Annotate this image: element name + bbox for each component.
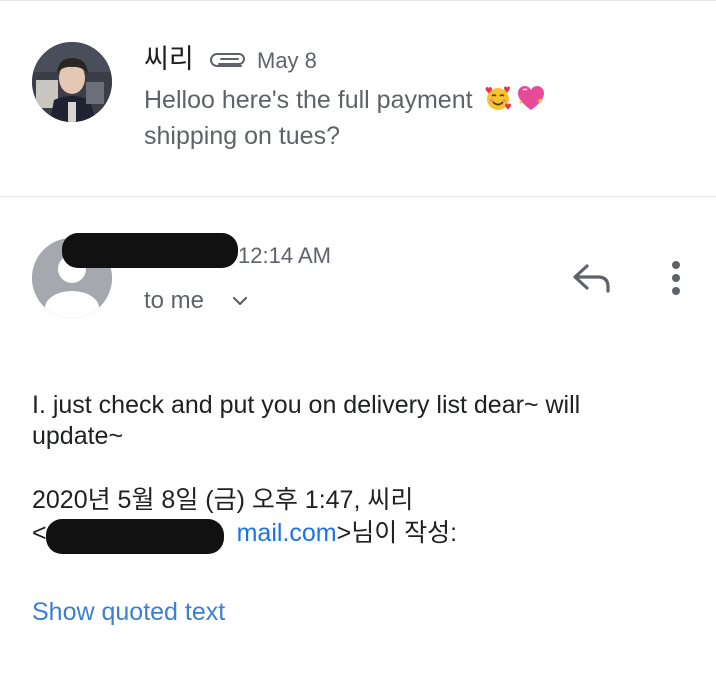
sparkling-heart-icon: [516, 84, 546, 120]
message1-snippet-line2: shipping on tues?: [144, 122, 340, 150]
more-vert-icon: [672, 261, 680, 295]
message-divider: [0, 196, 716, 197]
quoted-email-link[interactable]: mail.com: [237, 519, 337, 547]
recipient-label: to me: [144, 287, 205, 314]
message1-date: May 8: [257, 48, 317, 73]
chevron-down-icon[interactable]: [232, 296, 248, 307]
message2-body: I. just check and put you on delivery li…: [32, 391, 581, 450]
redacted-sender-name: [62, 233, 238, 268]
reply-button[interactable]: [570, 260, 614, 296]
message2-time: 12:14 AM: [238, 243, 331, 268]
top-rule: [0, 0, 716, 1]
message1-snippet-text: Helloo here's the full payment: [144, 86, 473, 114]
recipient-details-toggle[interactable]: to me: [144, 286, 204, 316]
more-options-button[interactable]: [664, 259, 688, 297]
quote-suffix: >님이 작성:: [336, 519, 458, 547]
message1-snippet[interactable]: Helloo here's the full payment shipping …: [144, 84, 664, 152]
quote-header-line1: 2020년 5월 8일 (금) 오후 1:47, 씨리: [32, 486, 414, 514]
redacted-email-address: [46, 519, 224, 554]
paperclip-icon: [210, 53, 245, 67]
smiling-face-with-hearts-icon: [484, 84, 512, 120]
quote-open-bracket: <: [32, 519, 47, 547]
message1-sender-name: 씨리: [144, 44, 194, 74]
sender-avatar-photo[interactable]: [32, 42, 112, 122]
show-quoted-text-link[interactable]: Show quoted text: [32, 597, 225, 628]
reply-icon: [573, 264, 610, 293]
